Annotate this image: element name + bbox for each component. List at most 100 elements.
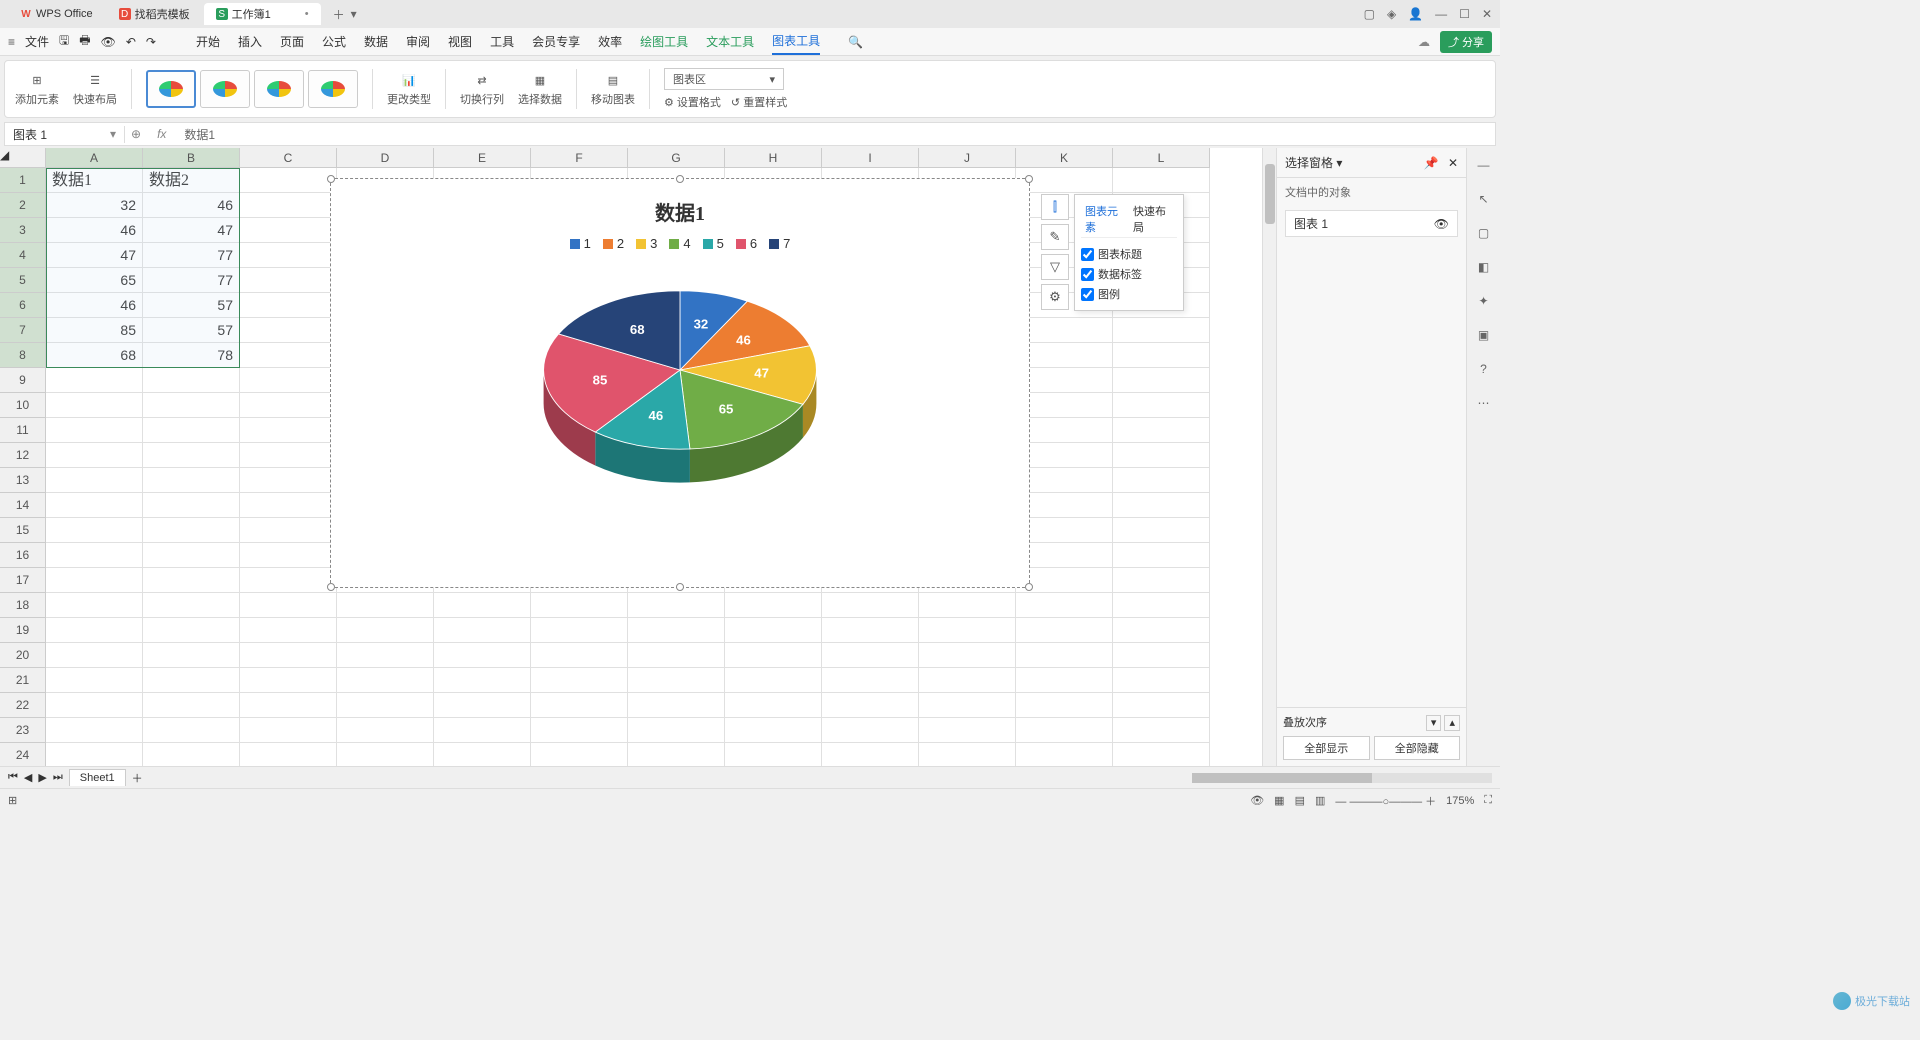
cell[interactable] — [143, 568, 240, 593]
cell[interactable] — [1016, 743, 1113, 766]
cell[interactable] — [1113, 343, 1210, 368]
app-tab-wps[interactable]: W WPS Office — [8, 3, 105, 25]
cell[interactable] — [46, 368, 143, 393]
cell[interactable] — [143, 368, 240, 393]
style-tool-icon[interactable]: ◧ — [1478, 260, 1489, 274]
cell[interactable] — [143, 393, 240, 418]
cell[interactable] — [725, 593, 822, 618]
cell[interactable] — [337, 668, 434, 693]
tab-formula[interactable]: 公式 — [322, 29, 346, 54]
chart-preset-1[interactable] — [146, 70, 196, 108]
tab-page[interactable]: 页面 — [280, 29, 304, 54]
column-header[interactable]: G — [628, 148, 725, 168]
effects-tool-icon[interactable]: ✦ — [1478, 294, 1488, 308]
cell[interactable] — [434, 668, 531, 693]
cell[interactable]: 数据1 — [46, 168, 143, 193]
row-header[interactable]: 18 — [0, 593, 46, 618]
cell[interactable] — [1113, 493, 1210, 518]
cell[interactable] — [240, 718, 337, 743]
spreadsheet-area[interactable]: ◢ ABCDEFGHIJKL 1234567891011121314151617… — [0, 148, 1276, 766]
pin-icon[interactable]: 📌 — [1424, 156, 1439, 170]
cell[interactable] — [240, 268, 337, 293]
cell[interactable] — [46, 493, 143, 518]
cell[interactable] — [143, 618, 240, 643]
chart-preset-2[interactable] — [200, 70, 250, 108]
cell[interactable] — [1016, 693, 1113, 718]
row-header[interactable]: 5 — [0, 268, 46, 293]
cell[interactable] — [1016, 343, 1113, 368]
view-break-icon[interactable]: ▥ — [1315, 794, 1325, 807]
cell[interactable] — [1113, 593, 1210, 618]
win-cube-icon[interactable]: ◈ — [1387, 7, 1396, 21]
print-icon[interactable]: 🖶 — [79, 31, 90, 52]
tab-efficiency[interactable]: 效率 — [598, 29, 622, 54]
cell[interactable] — [1016, 368, 1113, 393]
chart-element-checkbox[interactable]: 图表标题 — [1081, 244, 1177, 264]
object-tool-icon[interactable]: ▣ — [1478, 328, 1489, 342]
cell[interactable] — [143, 668, 240, 693]
column-header[interactable]: H — [725, 148, 822, 168]
chart-preset-4[interactable] — [308, 70, 358, 108]
cell[interactable] — [143, 443, 240, 468]
cell[interactable] — [46, 668, 143, 693]
share-button[interactable]: ⤴ 分享 — [1440, 31, 1492, 53]
column-header[interactable]: A — [46, 148, 143, 168]
move-down-button[interactable]: ▾ — [1426, 715, 1442, 731]
pie-chart[interactable]: 32464765468568 — [520, 282, 840, 502]
cell[interactable] — [1113, 543, 1210, 568]
help-icon[interactable]: ? — [1480, 362, 1487, 376]
cell[interactable] — [1016, 418, 1113, 443]
tab-view[interactable]: 视图 — [448, 29, 472, 54]
chart-area-select[interactable]: 图表区▾ — [664, 68, 784, 90]
redo-icon[interactable]: ↷ — [146, 35, 156, 49]
cell[interactable] — [240, 468, 337, 493]
cell[interactable] — [531, 618, 628, 643]
cell[interactable] — [46, 543, 143, 568]
cell[interactable]: 77 — [143, 243, 240, 268]
cell[interactable] — [822, 618, 919, 643]
cell[interactable] — [1113, 418, 1210, 443]
cell[interactable] — [143, 493, 240, 518]
tab-review[interactable]: 审阅 — [406, 29, 430, 54]
legend-item[interactable]: 2 — [603, 236, 624, 251]
cell[interactable] — [1016, 518, 1113, 543]
row-header[interactable]: 2 — [0, 193, 46, 218]
row-header[interactable]: 13 — [0, 468, 46, 493]
cell[interactable] — [919, 743, 1016, 766]
cell[interactable] — [1016, 493, 1113, 518]
tab-start[interactable]: 开始 — [196, 29, 220, 54]
row-header[interactable]: 8 — [0, 343, 46, 368]
cell[interactable] — [434, 743, 531, 766]
column-header[interactable]: C — [240, 148, 337, 168]
cell[interactable] — [46, 618, 143, 643]
cell[interactable] — [240, 518, 337, 543]
sheet-nav-prev[interactable]: ◀ — [24, 771, 32, 784]
cell[interactable] — [1113, 468, 1210, 493]
name-box[interactable]: 图表 1 ▾ — [5, 126, 125, 143]
close-panel-icon[interactable]: ✕ — [1448, 156, 1458, 170]
cell[interactable] — [822, 643, 919, 668]
cell[interactable] — [628, 618, 725, 643]
legend-item[interactable]: 5 — [703, 236, 724, 251]
cell[interactable] — [240, 668, 337, 693]
view-eye-icon[interactable]: 👁 — [1250, 794, 1264, 807]
cell[interactable] — [1016, 668, 1113, 693]
undo-icon[interactable]: ↶ — [126, 35, 136, 49]
cell[interactable] — [46, 718, 143, 743]
cell[interactable] — [1016, 393, 1113, 418]
cell[interactable] — [46, 568, 143, 593]
cell[interactable] — [46, 518, 143, 543]
cell[interactable] — [1113, 443, 1210, 468]
cell[interactable] — [337, 643, 434, 668]
zoom-level[interactable]: 175% — [1446, 795, 1474, 807]
cell[interactable] — [143, 643, 240, 668]
cell[interactable] — [434, 618, 531, 643]
cell[interactable] — [240, 743, 337, 766]
cell[interactable] — [1113, 393, 1210, 418]
cell[interactable] — [337, 743, 434, 766]
cell[interactable] — [531, 668, 628, 693]
cell[interactable] — [46, 418, 143, 443]
sheet-nav-first[interactable]: ⏮ — [8, 771, 18, 784]
cell[interactable] — [240, 618, 337, 643]
cell[interactable] — [531, 743, 628, 766]
